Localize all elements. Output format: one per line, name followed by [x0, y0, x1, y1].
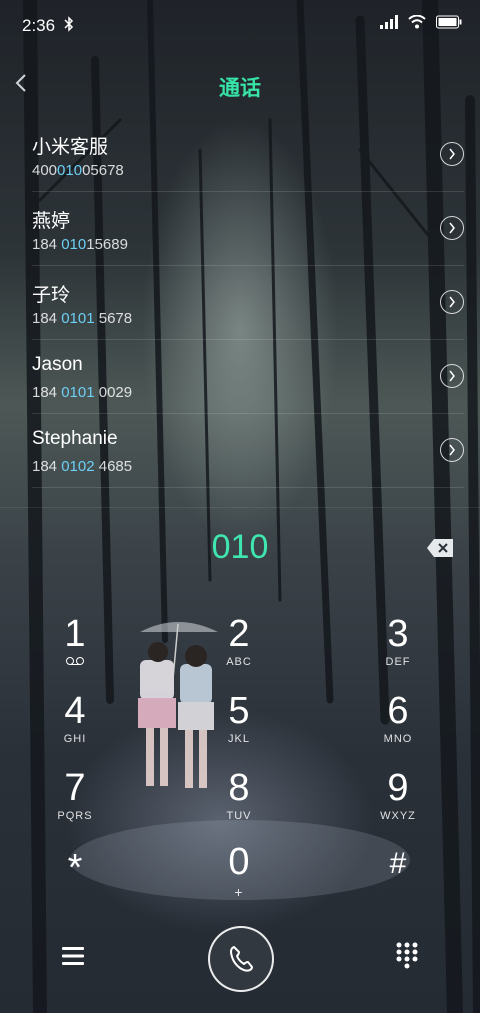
dialed-number: 010: [211, 528, 269, 566]
key-digit: 0: [228, 841, 250, 883]
contact-row[interactable]: 子玲 184 0101 5678: [32, 266, 464, 340]
contact-name: 小米客服: [32, 137, 109, 158]
key-letters: WXYZ: [380, 810, 416, 822]
bluetooth-icon: [64, 16, 74, 36]
key-hash[interactable]: #: [333, 844, 463, 914]
key-letters: GHI: [63, 733, 87, 745]
voicemail-icon: [10, 656, 140, 669]
signal-icon: [380, 15, 398, 34]
menu-button[interactable]: [62, 946, 84, 971]
key-digit: *: [67, 847, 83, 889]
phone-icon: [230, 946, 253, 972]
menu-icon: [62, 947, 84, 965]
contact-number: 40001005678: [32, 162, 124, 179]
key-digit: 6: [387, 690, 409, 732]
key-7[interactable]: 7 PQRS: [10, 768, 140, 838]
contact-number: 184 0101 5678: [32, 310, 133, 327]
page-title: 通话: [219, 77, 261, 100]
keypad-toggle-button[interactable]: [396, 942, 418, 975]
contact-name: Stephanie: [32, 428, 118, 449]
backspace-icon: [427, 539, 453, 557]
key-6[interactable]: 6 MNO: [333, 691, 463, 761]
battery-icon: [436, 15, 462, 34]
status-bar: 2:36: [0, 0, 480, 52]
chevron-right-icon: [449, 370, 455, 382]
divider: [0, 507, 480, 508]
contact-detail-button[interactable]: [440, 216, 464, 240]
header: 通话: [0, 60, 480, 110]
key-0[interactable]: 0 +: [174, 842, 304, 912]
backspace-button[interactable]: [426, 538, 454, 558]
contact-name: 子玲: [32, 285, 71, 306]
contact-name: 燕婷: [32, 211, 71, 232]
chevron-right-icon: [449, 444, 455, 456]
contact-number: 184 0102 4685: [32, 458, 133, 475]
contact-row[interactable]: Stephanie 184 0102 4685: [32, 414, 464, 488]
contact-detail-button[interactable]: [440, 438, 464, 462]
key-letters: PQRS: [57, 810, 93, 822]
key-letters: TUV: [226, 810, 252, 822]
key-letters: MNO: [383, 733, 413, 745]
key-digit: 2: [228, 613, 250, 655]
chevron-right-icon: [449, 296, 455, 308]
key-digit: 7: [64, 767, 86, 809]
contact-number: 184 01015689: [32, 236, 128, 253]
key-1[interactable]: 1: [10, 614, 140, 684]
key-digit: 1: [64, 613, 86, 655]
key-3[interactable]: 3 DEF: [333, 614, 463, 684]
contact-row[interactable]: 小米客服 40001005678: [32, 118, 464, 192]
contact-list: 小米客服 40001005678 燕婷 184 01015689 子玲 184 …: [0, 118, 480, 488]
key-digit: #: [389, 847, 407, 880]
key-letters: ABC: [226, 656, 252, 668]
key-digit: 8: [228, 767, 250, 809]
contact-detail-button[interactable]: [440, 364, 464, 388]
chevron-right-icon: [449, 222, 455, 234]
contact-detail-button[interactable]: [440, 142, 464, 166]
chevron-right-icon: [449, 148, 455, 160]
status-time: 2:36: [22, 16, 56, 35]
key-star[interactable]: *: [10, 848, 140, 918]
keypad-icon: [396, 942, 418, 969]
wifi-icon: [408, 14, 426, 34]
contact-number: 184 0101 0029: [32, 384, 133, 401]
key-8[interactable]: 8 TUV: [174, 768, 304, 838]
key-digit: 9: [387, 767, 409, 809]
contact-name: Jason: [32, 354, 83, 375]
contact-row[interactable]: Jason 184 0101 0029: [32, 340, 464, 414]
contact-row[interactable]: 燕婷 184 01015689: [32, 192, 464, 266]
key-9[interactable]: 9 WXYZ: [333, 768, 463, 838]
key-4[interactable]: 4 GHI: [10, 691, 140, 761]
call-button[interactable]: [208, 926, 274, 992]
key-5[interactable]: 5 JKL: [174, 691, 304, 761]
key-2[interactable]: 2 ABC: [174, 614, 304, 684]
key-letters: DEF: [385, 656, 411, 668]
contact-detail-button[interactable]: [440, 290, 464, 314]
key-letters: JKL: [228, 733, 250, 745]
key-digit: 3: [387, 613, 409, 655]
key-digit: 5: [228, 690, 250, 732]
key-letters: +: [234, 884, 244, 900]
key-digit: 4: [64, 690, 86, 732]
